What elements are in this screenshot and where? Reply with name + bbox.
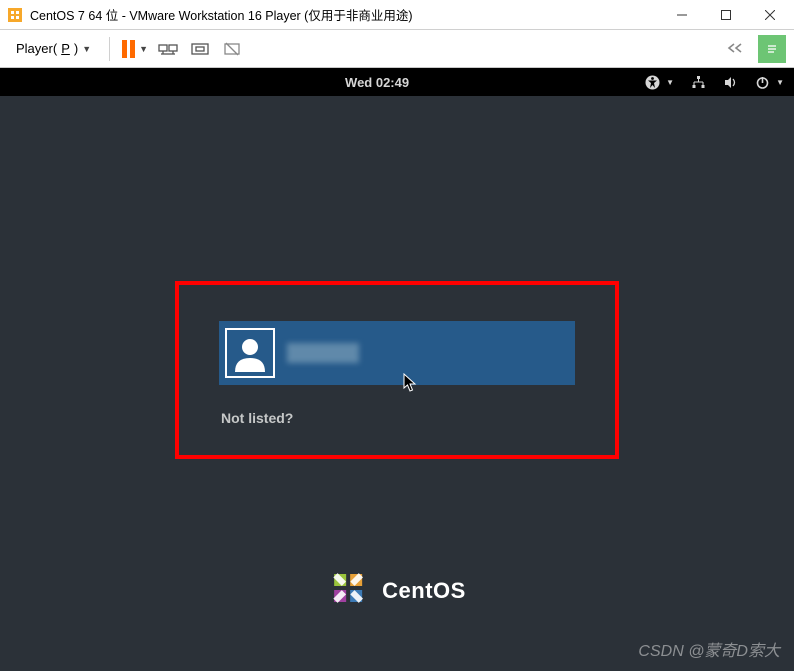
vmware-toolbar: Player( P) ▼ ▼: [0, 30, 794, 68]
centos-brand-text: CentOS: [382, 578, 466, 604]
window-titlebar: CentOS 7 64 位 - VMware Workstation 16 Pl…: [0, 0, 794, 30]
player-label-prefix: Player(: [16, 41, 57, 56]
pause-button[interactable]: ▼: [120, 36, 150, 62]
accessibility-icon: [644, 74, 660, 90]
dropdown-arrow-icon: ▼: [776, 78, 784, 87]
annotation-box: [175, 281, 619, 459]
vmware-app-icon: [6, 6, 24, 24]
send-ctrl-alt-del-button[interactable]: [154, 35, 182, 63]
dropdown-arrow-icon: ▼: [139, 44, 148, 54]
fullscreen-button[interactable]: [186, 35, 214, 63]
window-title: CentOS 7 64 位 - VMware Workstation 16 Pl…: [30, 5, 660, 24]
power-menu[interactable]: ▼: [754, 74, 784, 90]
collapse-toolbar-button[interactable]: [716, 41, 754, 57]
volume-icon[interactable]: [722, 74, 738, 90]
window-controls: [660, 0, 792, 30]
unity-button[interactable]: [218, 35, 246, 63]
toolbar-separator: [109, 37, 110, 61]
power-icon: [754, 74, 770, 90]
maximize-button[interactable]: [704, 0, 748, 30]
player-menu[interactable]: Player( P) ▼: [8, 37, 99, 60]
gnome-clock[interactable]: Wed 02:49: [110, 75, 644, 90]
watermark: CSDN @蒙奇D索大: [638, 637, 780, 661]
pause-icon: [122, 40, 135, 58]
message-log-button[interactable]: [758, 35, 786, 63]
minimize-button[interactable]: [660, 0, 704, 30]
centos-logo-icon: [328, 568, 368, 613]
player-accel: P: [61, 41, 70, 56]
dropdown-arrow-icon: ▼: [82, 44, 91, 54]
dropdown-arrow-icon: ▼: [666, 78, 674, 87]
network-icon[interactable]: [690, 74, 706, 90]
accessibility-menu[interactable]: ▼: [644, 74, 674, 90]
player-label-suffix: ): [74, 41, 78, 56]
gnome-top-bar: Wed 02:49 ▼ ▼: [0, 68, 794, 96]
guest-display[interactable]: Wed 02:49 ▼ ▼: [0, 68, 794, 671]
close-button[interactable]: [748, 0, 792, 30]
centos-brand: CentOS: [328, 568, 466, 613]
